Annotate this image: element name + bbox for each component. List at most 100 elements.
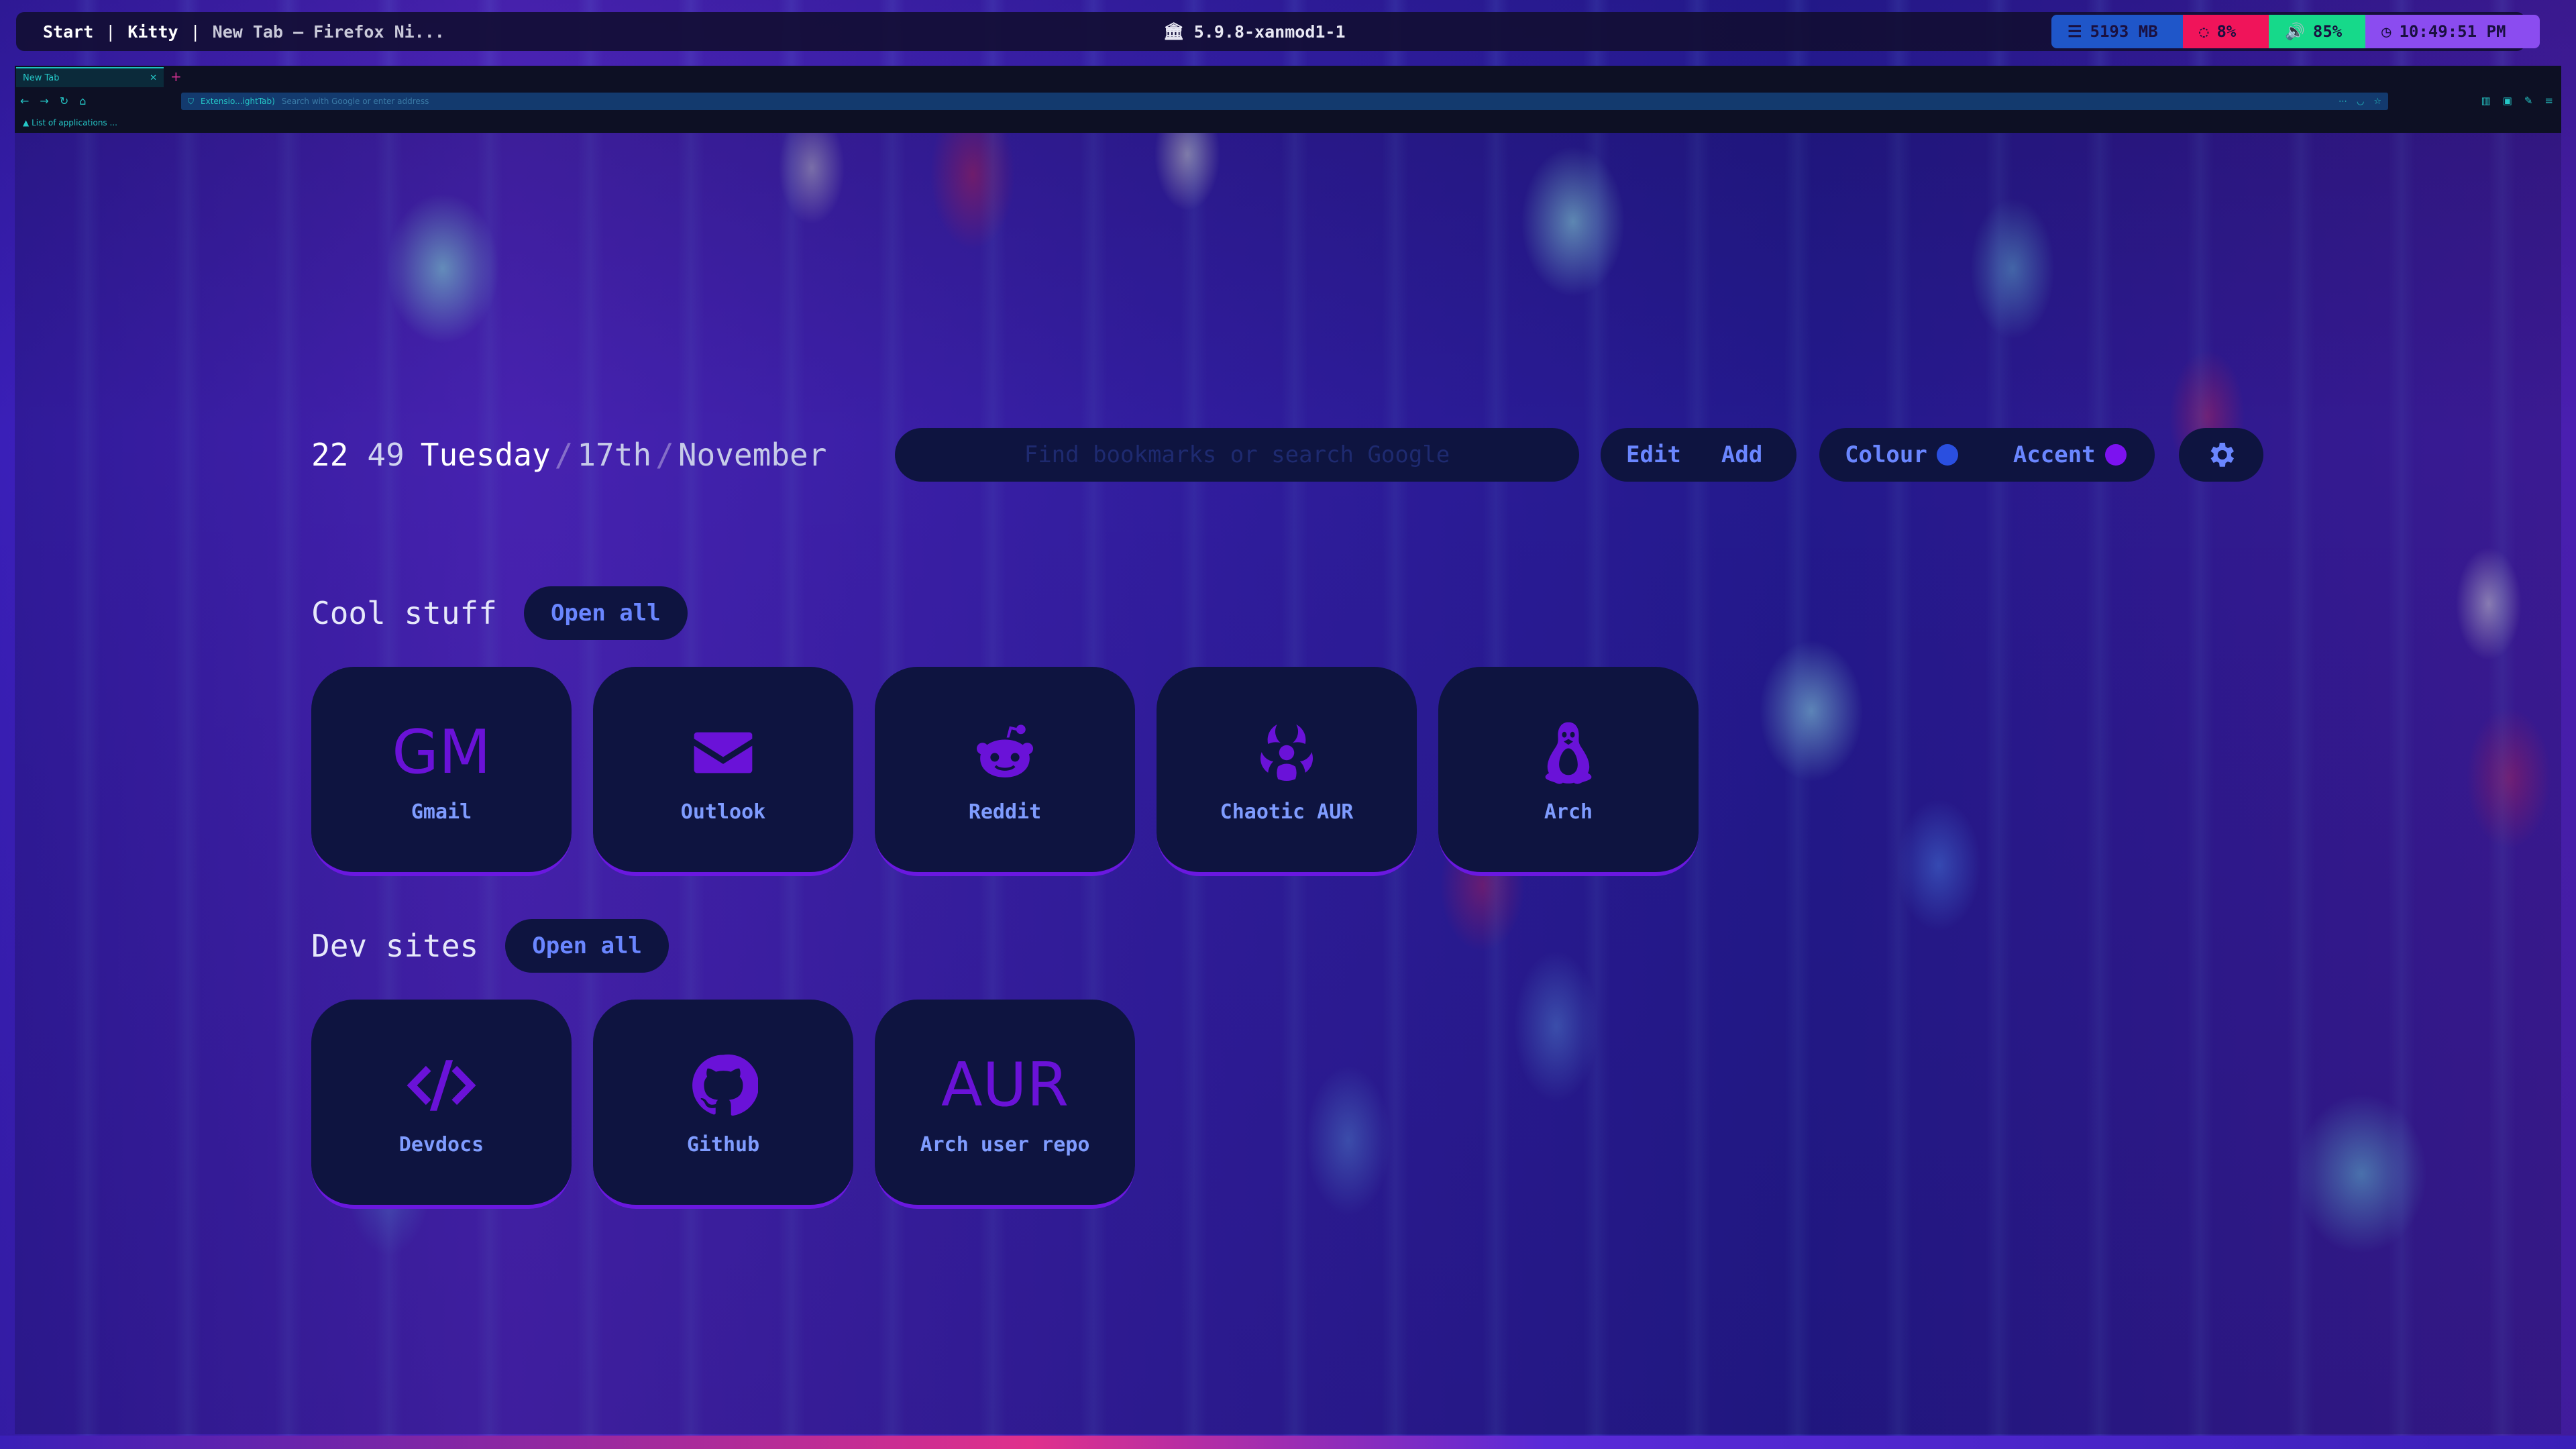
time-minute: 49 (367, 437, 405, 473)
link-card-github[interactable]: Github (593, 1000, 853, 1209)
link-card-outlook[interactable]: Outlook (593, 667, 853, 876)
github-icon (692, 1054, 758, 1116)
weekday: Tuesday (420, 437, 551, 473)
volume-module[interactable]: 🔊 85% (2269, 15, 2365, 48)
page-content: 22 49 Tuesday / 17th / November Find boo… (15, 133, 2561, 1434)
extensions-icon[interactable]: ✎ (2524, 95, 2533, 107)
status-modules: ☰ 5193 MB ◌ 8% 🔊 85% ◷ 10:49:51 PM (2051, 15, 2540, 48)
tab-new-tab[interactable]: New Tab ✕ (16, 67, 164, 87)
clock-module[interactable]: ◷ 10:49:51 PM (2365, 15, 2540, 48)
link-card-reddit[interactable]: Reddit (875, 667, 1135, 876)
edit-button[interactable]: Edit (1626, 441, 1681, 468)
back-arrow-icon[interactable]: ← (20, 95, 29, 107)
section-dev-sites: Dev sites Open all (311, 919, 669, 973)
link-card-gmail[interactable]: GM Gmail (311, 667, 572, 876)
startpage: 22 49 Tuesday / 17th / November Find boo… (15, 133, 2561, 1434)
search-input[interactable]: Find bookmarks or search Google (895, 428, 1579, 482)
linux-tux-icon-wrap (1534, 716, 1603, 790)
page-actions-icon[interactable]: ⋯ (2339, 97, 2347, 107)
kernel-version: 5.9.8-xanmod1-1 (1193, 21, 1346, 42)
workspace-start[interactable]: Start (43, 22, 93, 42)
time-hour: 22 (311, 437, 349, 473)
gmail-icon: GM (392, 717, 491, 788)
card-label: Chaotic AUR (1220, 800, 1354, 824)
shield-icon[interactable]: ⛉ (188, 97, 194, 107)
forward-arrow-icon[interactable]: → (40, 95, 48, 107)
card-label: Arch (1544, 800, 1593, 824)
reload-icon[interactable]: ↻ (60, 95, 68, 107)
volume-value: 85% (2312, 22, 2343, 41)
toolbar-right: ▥ ▣ ✎ ≡ (2481, 89, 2553, 113)
clock-icon: ◷ (2381, 22, 2392, 41)
date-time-display: 22 49 Tuesday / 17th / November (311, 428, 826, 482)
url-bar[interactable]: ⛉ Extensio...ightTab) Search with Google… (181, 93, 2388, 110)
arch-logo-icon: ▲ (23, 118, 30, 127)
home-icon[interactable]: ⌂ (79, 95, 86, 107)
colour-swatch[interactable] (1936, 444, 1958, 466)
biohazard-icon-wrap (1252, 716, 1322, 790)
link-card-chaotic-aur[interactable]: Chaotic AUR (1157, 667, 1417, 876)
code-icon (407, 1059, 476, 1111)
biohazard-icon (1260, 724, 1313, 781)
accent-swatch[interactable] (2104, 444, 2127, 466)
dev-sites-links: Devdocs Github AUR Arch user repo (311, 1000, 1135, 1209)
url-placeholder: Search with Google or enter address (281, 97, 429, 106)
bookmark-applications-list[interactable]: ▲ List of applications ... (23, 118, 117, 127)
cool-stuff-links: GM Gmail Outlook Reddit Chaotic AUR Arch (311, 667, 1699, 876)
date-separator: / (554, 437, 574, 473)
speaker-icon: 🔊 (2285, 22, 2305, 41)
new-tab-plus-icon[interactable]: + (170, 68, 182, 85)
colour-picker-group: Colour Accent (1819, 428, 2155, 482)
card-label: Gmail (411, 800, 472, 824)
open-all-button[interactable]: Open all (523, 586, 688, 640)
link-card-aur[interactable]: AUR Arch user repo (875, 1000, 1135, 1209)
navigation-bar: ← → ↻ ⌂ ⛉ Extensio...ightTab) Search wit… (15, 89, 2561, 113)
url-actions: ⋯ ◡ ☆ (2339, 97, 2381, 107)
linux-tux-icon (1545, 722, 1592, 784)
link-card-arch[interactable]: Arch (1438, 667, 1699, 876)
cpu-module[interactable]: ◌ 8% (2183, 15, 2269, 48)
date: 17th (577, 437, 652, 473)
card-label: Github (686, 1132, 760, 1157)
tab-title: New Tab (23, 72, 60, 83)
pocket-icon[interactable]: ◡ (2357, 97, 2364, 107)
envelope-icon (694, 732, 753, 773)
sidebar-icon[interactable]: ▣ (2503, 95, 2512, 107)
screen-bottom-edge (0, 1436, 2576, 1449)
memory-module[interactable]: ☰ 5193 MB (2051, 15, 2183, 48)
hamburger-menu-icon[interactable]: ≡ (2544, 95, 2553, 107)
code-icon-wrap (401, 1049, 482, 1122)
memory-value: 5193 MB (2090, 22, 2158, 41)
month: November (678, 437, 827, 473)
add-button[interactable]: Add (1721, 441, 1762, 468)
extension-page-label: Extensio...ightTab) (201, 97, 275, 106)
close-tab-icon[interactable]: ✕ (150, 73, 157, 83)
tab-strip: New Tab ✕ + (15, 66, 2561, 89)
clock-value: 10:49:51 PM (2399, 22, 2506, 41)
card-label: Devdocs (398, 1132, 484, 1157)
edit-add-group: Edit Add (1601, 428, 1796, 482)
search-placeholder: Find bookmarks or search Google (1024, 441, 1450, 468)
library-icon[interactable]: ▥ (2481, 95, 2490, 107)
section-title: Cool stuff (311, 595, 497, 631)
workspace-separator: | (190, 21, 201, 42)
date-separator: / (655, 437, 674, 473)
bookmarks-toolbar: ▲ List of applications ... (15, 113, 2561, 133)
workspace-list: Start | Kitty | New Tab — Firefox Ni... (43, 12, 445, 51)
workspace-kitty[interactable]: Kitty (127, 22, 178, 42)
section-cool-stuff: Cool stuff Open all (311, 586, 688, 640)
card-label: Outlook (680, 800, 766, 824)
open-all-button[interactable]: Open all (505, 919, 669, 973)
card-label: Arch user repo (920, 1132, 1090, 1157)
link-card-devdocs[interactable]: Devdocs (311, 1000, 572, 1209)
kernel-module: 🏛 5.9.8-xanmod1-1 (1163, 12, 1346, 51)
aur-icon: AUR (941, 1050, 1069, 1120)
reddit-icon (976, 724, 1034, 777)
github-icon-wrap (688, 1049, 758, 1122)
envelope-icon-wrap (688, 716, 758, 790)
nav-buttons: ← → ↻ ⌂ (20, 89, 86, 113)
active-window-title: New Tab — Firefox Ni... (212, 21, 445, 42)
settings-button[interactable] (2179, 428, 2263, 482)
firefox-window: New Tab ✕ + ← → ↻ ⌂ ⛉ Extensio...ightTab… (15, 66, 2561, 1434)
bookmark-star-icon[interactable]: ☆ (2373, 97, 2381, 107)
